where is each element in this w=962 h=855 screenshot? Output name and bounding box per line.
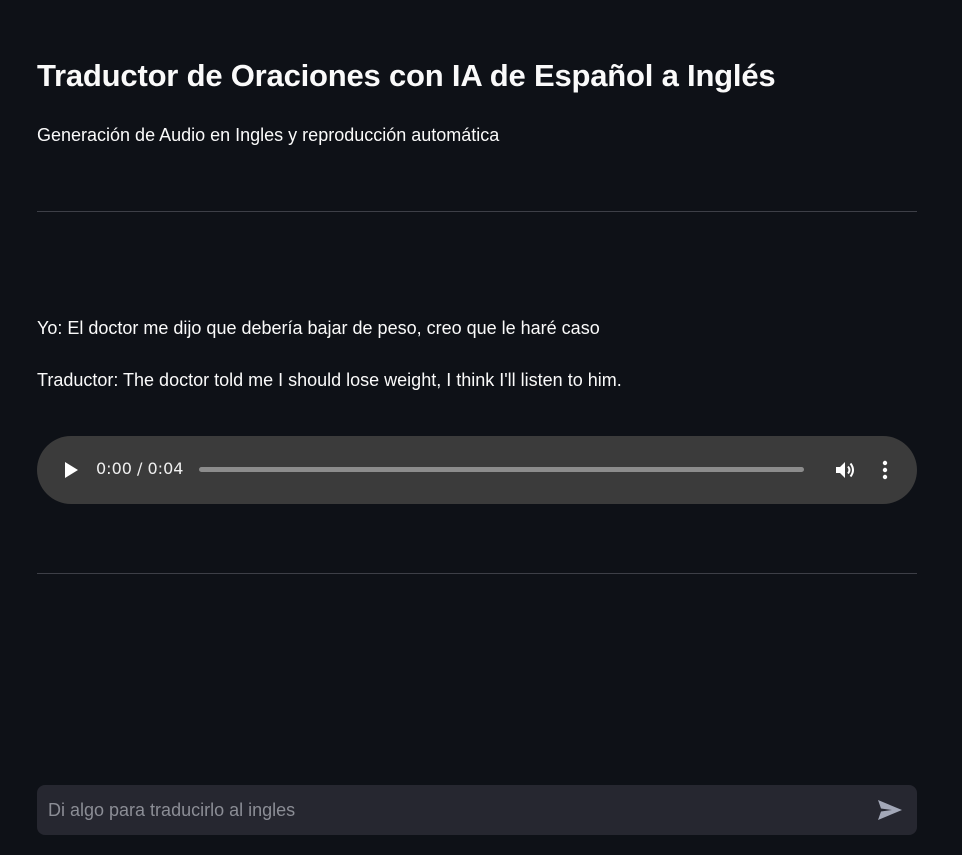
more-options-button[interactable] — [873, 458, 897, 482]
volume-button[interactable] — [833, 458, 857, 482]
more-vertical-icon — [882, 460, 888, 480]
user-message: Yo: El doctor me dijo que debería bajar … — [37, 318, 600, 338]
divider-top — [37, 211, 917, 212]
chat-input-container — [37, 785, 917, 835]
audio-time-display: 0:00 / 0:04 — [96, 459, 184, 478]
app-container: Traductor de Oraciones con IA de Español… — [0, 0, 962, 855]
volume-icon — [836, 462, 854, 478]
page-subtitle: Generación de Audio en Ingles y reproduc… — [37, 125, 500, 145]
play-button[interactable] — [61, 460, 81, 480]
chat-input[interactable] — [37, 785, 857, 835]
page-title: Traductor de Oraciones con IA de Español… — [37, 58, 776, 93]
divider-bottom — [37, 573, 917, 574]
audio-player: 0:00 / 0:04 — [37, 436, 917, 504]
play-icon — [65, 462, 78, 478]
send-button[interactable] — [877, 798, 903, 822]
translator-message: Traductor: The doctor told me I should l… — [37, 370, 622, 390]
send-icon — [878, 800, 902, 820]
audio-progress-bar[interactable] — [199, 467, 804, 472]
